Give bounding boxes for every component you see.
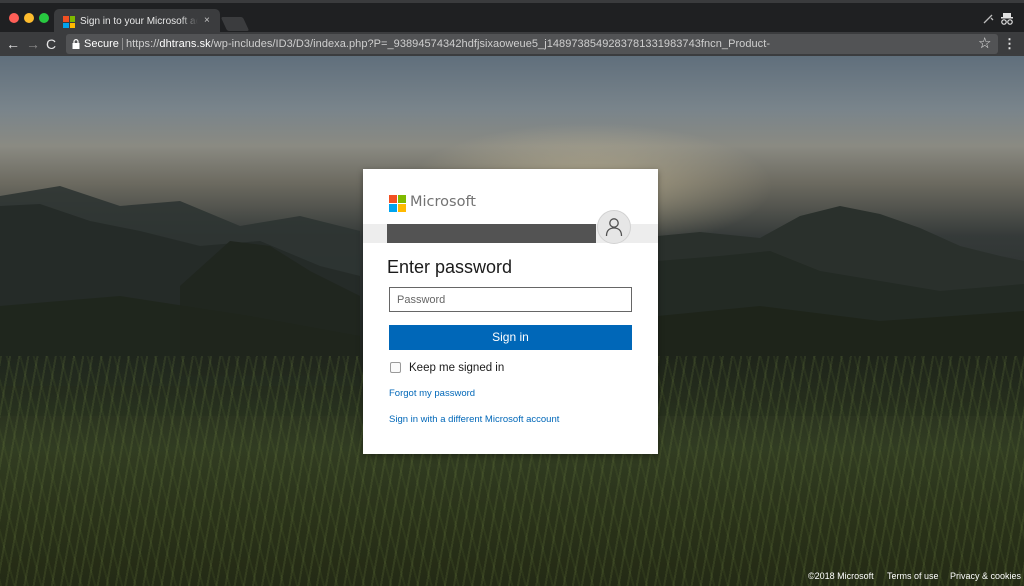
page-title: Enter password <box>387 257 513 277</box>
bookmark-star-icon[interactable]: ☆ <box>978 34 991 52</box>
secure-label: Secure <box>84 38 119 50</box>
password-input[interactable] <box>389 287 632 312</box>
incognito-profile-icon[interactable] <box>1000 12 1014 26</box>
microsoft-logo-icon <box>389 195 406 212</box>
browser-toolbar: ← → C Secure https://dhtrans.sk/wp-inclu… <box>0 32 1024 56</box>
forgot-password-link[interactable]: Forgot my password <box>389 388 475 399</box>
window-close-button[interactable] <box>9 13 19 23</box>
microsoft-wordmark: Microsoft <box>410 194 476 210</box>
page-background: Microsoft Enter password Sign in Keep me… <box>0 56 1024 586</box>
tab-bar: Sign in to your Microsoft account × <box>0 0 1024 35</box>
redacted-account-name <box>387 224 596 243</box>
keep-signed-in-label[interactable]: Keep me signed in <box>409 362 504 374</box>
extension-icon[interactable] <box>982 12 996 26</box>
lock-icon <box>72 39 80 49</box>
url-path: /wp-includes/ID3/D3/indexa.php?P=_938945… <box>210 38 771 50</box>
keep-signed-in-checkbox[interactable] <box>390 362 401 373</box>
url-host: dhtrans.sk <box>159 38 211 50</box>
sign-in-button[interactable]: Sign in <box>389 325 632 350</box>
address-bar[interactable]: Secure https://dhtrans.sk/wp-includes/ID… <box>66 34 998 54</box>
user-avatar-icon <box>597 210 631 244</box>
window-maximize-button[interactable] <box>39 13 49 23</box>
forward-button[interactable]: → <box>26 36 40 52</box>
url-scheme: https:// <box>126 38 160 50</box>
login-card: Microsoft Enter password Sign in Keep me… <box>363 169 658 454</box>
privacy-link[interactable]: Privacy & cookies <box>950 571 1021 581</box>
microsoft-favicon-icon <box>63 16 75 28</box>
reload-button[interactable]: C <box>46 36 56 52</box>
page-footer: ©2018 Microsoft Terms of use Privacy & c… <box>784 566 1024 586</box>
different-account-link[interactable]: Sign in with a different Microsoft accou… <box>389 414 559 425</box>
window-minimize-button[interactable] <box>24 13 34 23</box>
tab-title: Sign in to your Microsoft account <box>80 16 198 27</box>
tab-close-icon[interactable]: × <box>204 15 210 26</box>
copyright-text: ©2018 Microsoft <box>808 571 874 581</box>
url-text[interactable]: https://dhtrans.sk/wp-includes/ID3/D3/in… <box>126 38 770 50</box>
terms-link[interactable]: Terms of use <box>887 571 939 581</box>
omnibox-separator <box>122 38 123 50</box>
back-button[interactable]: ← <box>6 36 20 52</box>
new-tab-button[interactable] <box>220 17 250 31</box>
browser-menu-icon[interactable]: ⋮ <box>1003 36 1016 52</box>
